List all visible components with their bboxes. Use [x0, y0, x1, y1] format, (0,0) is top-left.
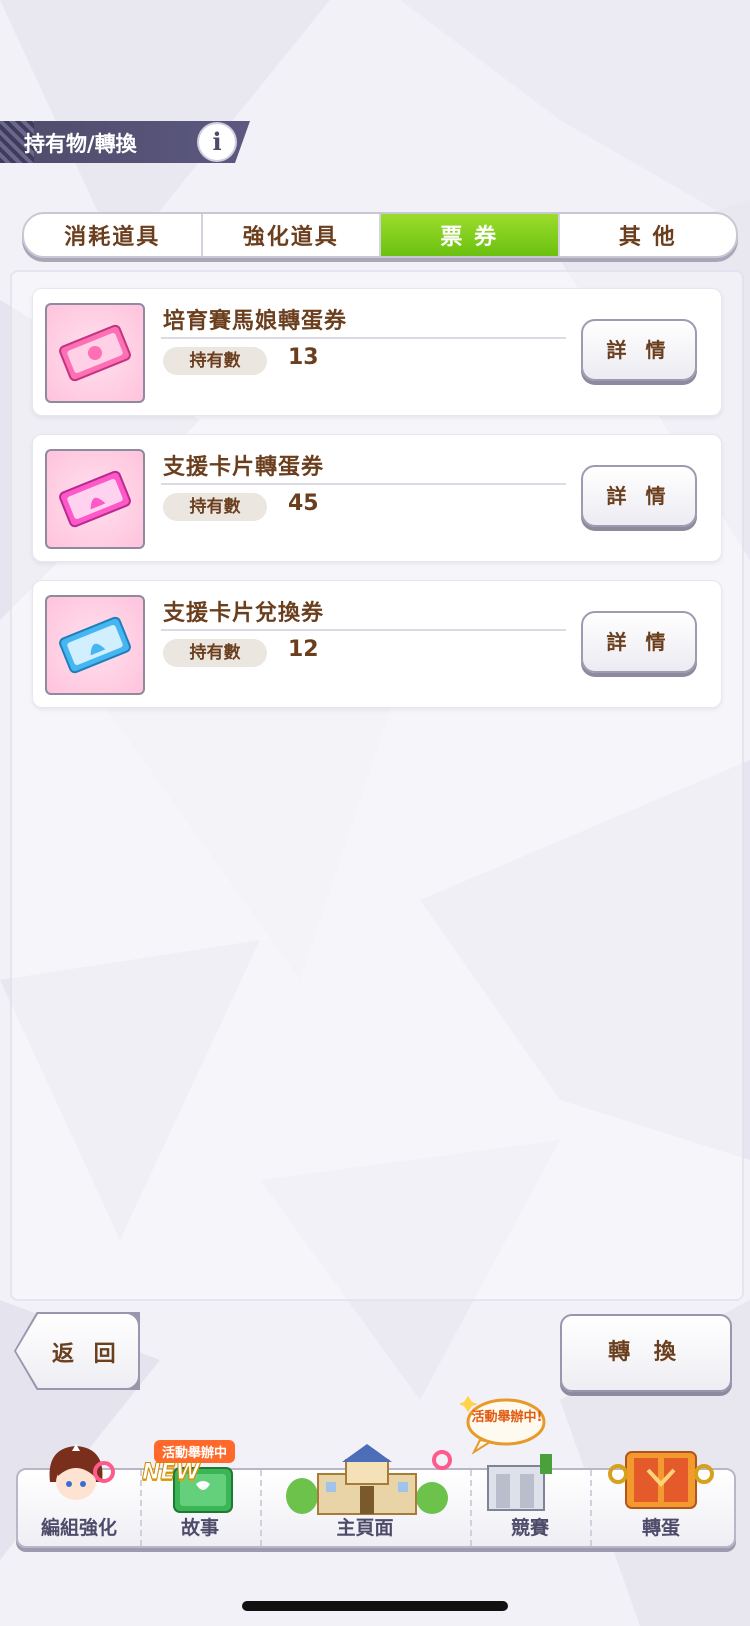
bottom-nav: 編組強化 活動舉辦中 NEW 故事 主頁面 活動舉辦中! 競賽 轉蛋 — [16, 1396, 736, 1548]
nav-item-race[interactable]: 活動舉辦中! 競賽 — [460, 1396, 592, 1546]
detail-button[interactable]: 詳 情 — [581, 611, 697, 673]
ticket-icon — [59, 470, 131, 528]
page-title: 持有物/轉換 — [24, 132, 137, 156]
tab-others[interactable]: 其 他 — [560, 214, 737, 256]
list-item: 支援卡片兌換券 持有數 12 詳 情 — [32, 580, 722, 708]
convert-button[interactable]: 轉 換 — [560, 1314, 732, 1392]
school-building-icon — [286, 1444, 452, 1515]
item-list-panel — [10, 270, 744, 1301]
owned-count: 12 — [288, 637, 319, 662]
owned-label: 持有數 — [163, 639, 267, 667]
owned-count: 13 — [288, 345, 319, 370]
nav-label: 競賽 — [510, 1517, 549, 1539]
new-tag: NEW — [142, 1460, 201, 1486]
ticket-icon — [59, 616, 131, 674]
tab-consumables[interactable]: 消耗道具 — [24, 214, 203, 256]
detail-button[interactable]: 詳 情 — [581, 319, 697, 381]
divider — [161, 629, 566, 631]
back-button-label: 返 回 — [52, 1342, 122, 1367]
info-icon[interactable]: i — [199, 124, 235, 160]
event-bubble: 活動舉辦中! — [471, 1410, 543, 1425]
list-item: 培育賽馬娘轉蛋券 持有數 13 詳 情 — [32, 288, 722, 416]
item-thumbnail — [45, 595, 145, 695]
back-button[interactable]: 返 回 — [14, 1312, 140, 1390]
item-thumbnail — [45, 303, 145, 403]
list-item: 支援卡片轉蛋券 持有數 45 詳 情 — [32, 434, 722, 562]
nav-item-home[interactable]: 主頁面 — [260, 1444, 472, 1546]
item-name: 培育賽馬娘轉蛋券 — [163, 309, 348, 334]
ticket-icon — [59, 324, 131, 382]
divider — [161, 483, 566, 485]
gacha-gate-icon — [608, 1451, 714, 1509]
owned-label: 持有數 — [163, 347, 267, 375]
item-name: 支援卡片轉蛋券 — [163, 455, 325, 480]
tab-enhancement[interactable]: 強化道具 — [203, 214, 381, 256]
nav-item-story[interactable]: 活動舉辦中 NEW 故事 — [140, 1440, 262, 1546]
detail-button[interactable]: 詳 情 — [581, 465, 697, 527]
nav-label: 故事 — [180, 1517, 219, 1539]
nav-label: 編組強化 — [40, 1517, 117, 1539]
category-tabs: 消耗道具 強化道具 票 券 其 他 — [22, 212, 738, 258]
nav-item-gacha[interactable]: 轉蛋 — [590, 1451, 732, 1546]
item-name: 支援卡片兌換券 — [163, 601, 325, 626]
character-portrait-icon — [49, 1444, 115, 1500]
owned-label: 持有數 — [163, 493, 267, 521]
nav-label: 轉蛋 — [641, 1517, 680, 1539]
tab-tickets[interactable]: 票 券 — [381, 214, 560, 256]
item-thumbnail — [45, 449, 145, 549]
nav-label: 主頁面 — [336, 1517, 394, 1539]
owned-count: 45 — [288, 491, 319, 516]
nav-item-team-enhance[interactable]: 編組強化 — [18, 1444, 142, 1546]
home-indicator[interactable] — [242, 1601, 508, 1611]
divider — [161, 337, 566, 339]
